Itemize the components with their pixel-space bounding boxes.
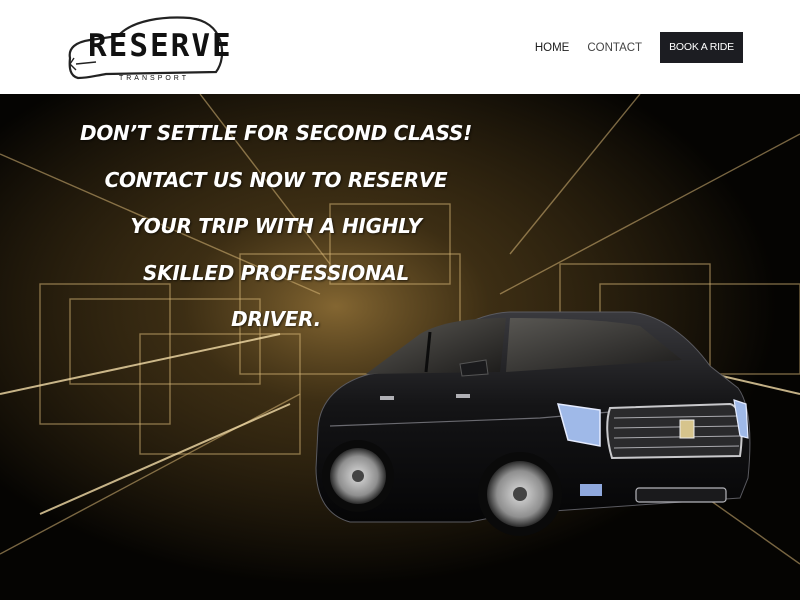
headline-line: SKILLED PROFESSIONAL — [143, 260, 409, 285]
book-a-ride-button[interactable]: BOOK A RIDE — [660, 32, 743, 63]
main-nav: HOME CONTACT BOOK A RIDE — [535, 32, 743, 63]
reserve-transport-logo[interactable]: RESERVE TRANSPORT — [66, 12, 233, 84]
nav-contact-link[interactable]: CONTACT — [587, 33, 642, 63]
black-luxury-sedan-image — [315, 311, 751, 536]
nav-home-link[interactable]: HOME — [535, 33, 570, 63]
headline-line: DON’T SETTLE FOR SECOND CLASS! — [80, 121, 472, 145]
hero-section: DON’T SETTLE FOR SECOND CLASS! CONTACT U… — [0, 94, 800, 600]
headline-line: YOUR TRIP WITH A HIGHLY — [130, 214, 422, 238]
site-header: RESERVE TRANSPORT HOME CONTACT BOOK A RI… — [0, 0, 800, 94]
headline-line: CONTACT US NOW TO RESERVE — [104, 167, 448, 192]
logo-subtitle: TRANSPORT — [118, 75, 190, 82]
logo-wordmark: RESERVE — [88, 28, 233, 64]
